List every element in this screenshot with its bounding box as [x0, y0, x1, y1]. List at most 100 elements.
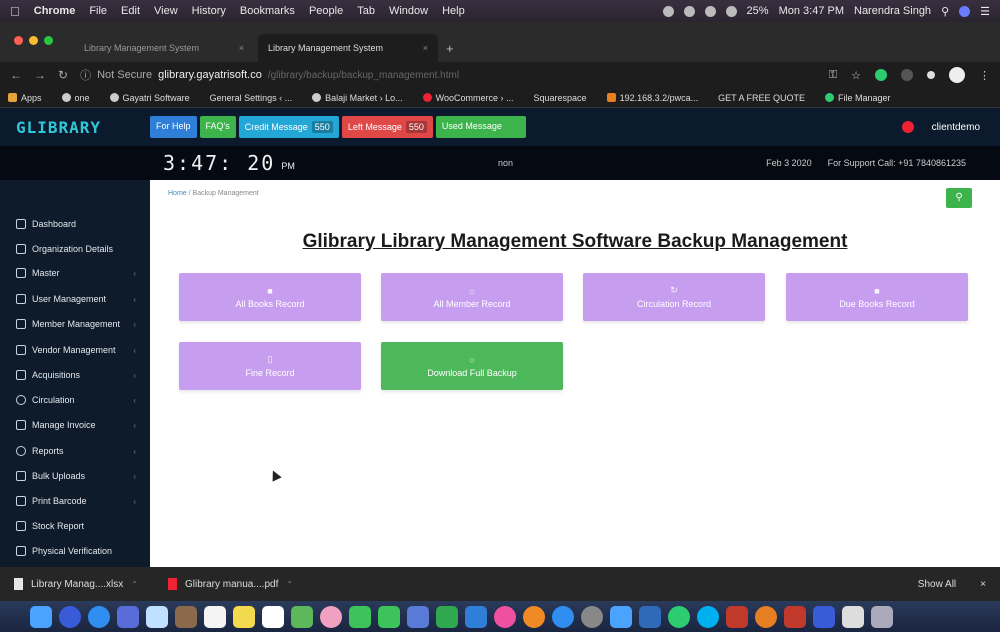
extension-icon[interactable] [901, 69, 913, 81]
for-help-button[interactable]: For Help [150, 116, 197, 138]
menu-file[interactable]: File [89, 5, 107, 17]
bookmark-item[interactable]: WooCommerce › ... [422, 93, 514, 103]
photos-icon[interactable] [320, 605, 342, 628]
menu-edit[interactable]: Edit [121, 5, 140, 17]
menubar-clock[interactable]: Mon 3:47 PM [779, 5, 844, 17]
app-icon[interactable] [726, 605, 748, 628]
menu-tab[interactable]: Tab [357, 5, 375, 17]
notification-bell-icon[interactable] [901, 121, 914, 133]
all-books-record-button[interactable]: ■ All Books Record [179, 273, 361, 321]
siri-icon[interactable] [959, 5, 971, 17]
finder-icon[interactable] [30, 605, 52, 628]
status-icon[interactable] [683, 5, 695, 17]
keynote-icon[interactable] [465, 605, 487, 628]
minimize-window-button[interactable] [29, 36, 38, 45]
due-books-record-button[interactable]: ■ Due Books Record [786, 273, 968, 321]
facetime-icon[interactable] [349, 605, 371, 628]
back-icon[interactable]: ← [10, 68, 22, 82]
sidebar-item-physical-verification[interactable]: Physical Verification [0, 539, 150, 563]
chevron-up-icon[interactable]: ⌃ [131, 580, 138, 589]
sidebar-item-organization-details[interactable]: Organization Details [0, 237, 150, 261]
system-preferences-icon[interactable] [581, 605, 603, 628]
close-tab-icon[interactable]: × [239, 43, 244, 53]
username[interactable]: clientdemo [932, 122, 980, 133]
photos-icon[interactable] [146, 605, 168, 628]
bookmark-item[interactable]: File Manager [824, 93, 891, 103]
circulation-record-button[interactable]: ↻ Circulation Record [583, 273, 765, 321]
calendar-icon[interactable] [204, 605, 226, 628]
show-all-downloads-button[interactable]: Show All [918, 579, 956, 590]
star-icon[interactable]: ☆ [851, 69, 861, 82]
app-icon[interactable] [784, 605, 806, 628]
sidebar-item-stock-report[interactable]: Stock Report [0, 514, 150, 538]
credit-message-button[interactable]: Credit Message 550 [238, 116, 339, 138]
app-icon[interactable] [813, 605, 835, 628]
info-icon[interactable]: ⓘ [80, 67, 91, 83]
bookmark-item[interactable]: one [61, 93, 90, 103]
extension-icon[interactable] [875, 69, 887, 81]
bookmark-item[interactable]: GET A FREE QUOTE [718, 93, 805, 103]
chrome-icon[interactable] [668, 605, 690, 628]
menu-window[interactable]: Window [389, 5, 428, 17]
browser-tab-active[interactable]: Library Management System × [258, 34, 438, 62]
menubar-user[interactable]: Narendra Singh [854, 5, 931, 17]
sidebar-item-dashboard[interactable]: Dashboard [0, 212, 150, 236]
forward-icon[interactable]: → [34, 68, 46, 82]
menu-app-name[interactable]: Chrome [34, 5, 76, 17]
new-tab-button[interactable]: + [446, 41, 454, 56]
faqs-button[interactable]: FAQ's [199, 116, 236, 138]
app-logo[interactable]: GLIBRARY [0, 118, 150, 137]
messages-icon[interactable] [378, 605, 400, 628]
app-icon[interactable] [175, 605, 197, 628]
menu-people[interactable]: People [309, 5, 343, 17]
status-icon[interactable] [662, 5, 674, 17]
menu-history[interactable]: History [192, 5, 226, 17]
sidebar-item-circulation[interactable]: Circulation ‹ [0, 388, 150, 412]
spotlight-icon[interactable]: ⚲ [941, 5, 949, 18]
numbers-icon[interactable] [436, 605, 458, 628]
extension-icon[interactable] [927, 71, 935, 79]
sidebar-item-master[interactable]: Master ‹ [0, 261, 150, 285]
launchpad-icon[interactable] [59, 605, 81, 628]
download-item[interactable]: Glibrary manua....pdf ⌃ [167, 578, 293, 590]
chrome-menu-icon[interactable]: ⋮ [979, 69, 990, 82]
close-tab-icon[interactable]: × [423, 43, 428, 53]
sidebar-item-acquisitions[interactable]: Acquisitions ‹ [0, 363, 150, 387]
document-icon[interactable] [842, 605, 864, 628]
fine-record-button[interactable]: ▯ Fine Record [179, 342, 361, 390]
reload-icon[interactable]: ↻ [58, 68, 68, 82]
bookmark-item[interactable]: General Settings ‹ ... [210, 93, 293, 103]
notes-icon[interactable] [233, 605, 255, 628]
chevron-up-icon[interactable]: ⌃ [286, 580, 293, 589]
apple-icon[interactable]:  [10, 4, 20, 19]
close-downloads-icon[interactable]: × [980, 579, 986, 590]
battery-percent[interactable]: 25% [747, 5, 769, 17]
bookmark-item[interactable]: 192.168.3.2/pwca... [606, 93, 698, 103]
download-item[interactable]: Library Manag....xlsx ⌃ [14, 578, 138, 590]
menu-view[interactable]: View [154, 5, 178, 17]
profile-avatar[interactable] [949, 67, 965, 83]
bookmark-item[interactable]: Squarespace [534, 93, 587, 103]
skype-icon[interactable] [697, 605, 719, 628]
menu-help[interactable]: Help [442, 5, 465, 17]
firefox-icon[interactable] [755, 605, 777, 628]
menu-bookmarks[interactable]: Bookmarks [240, 5, 295, 17]
sidebar-item-bulk-uploads[interactable]: Bulk Uploads ‹ [0, 464, 150, 488]
bookmark-item[interactable]: Balaji Market › Lo... [312, 93, 403, 103]
notification-center-icon[interactable]: ☰ [980, 5, 990, 18]
breadcrumb-home[interactable]: Home [168, 190, 187, 197]
volume-icon[interactable] [725, 5, 737, 17]
search-button[interactable]: ⚲ [946, 188, 972, 208]
url-field[interactable]: ⓘ Not Secure glibrary.gayatrisoft.co /gl… [80, 67, 829, 83]
bookmark-apps[interactable]: Apps [8, 93, 42, 103]
app-icon[interactable] [610, 605, 632, 628]
zoom-window-button[interactable] [44, 36, 53, 45]
close-window-button[interactable] [14, 36, 23, 45]
itunes-icon[interactable] [494, 605, 516, 628]
wifi-icon[interactable] [704, 5, 716, 17]
sidebar-item-manage-invoice[interactable]: Manage Invoice ‹ [0, 413, 150, 437]
app-icon[interactable] [407, 605, 429, 628]
books-icon[interactable] [523, 605, 545, 628]
browser-tab[interactable]: Library Management System × [74, 34, 254, 62]
reminders-icon[interactable] [262, 605, 284, 628]
